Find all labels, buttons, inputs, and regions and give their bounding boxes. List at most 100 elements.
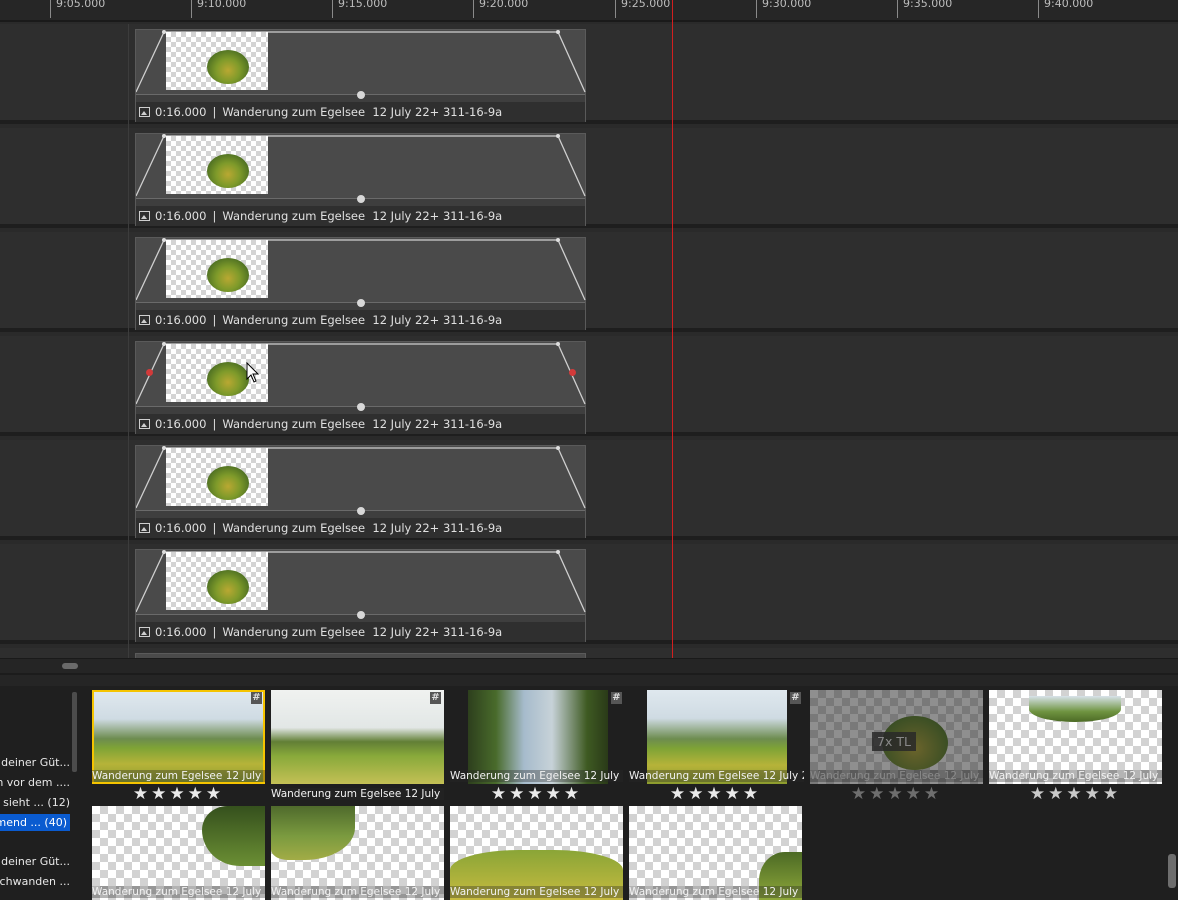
thumbnail-caption: Wanderung zum Egelsee 12 July 22+ 3... [92,886,265,898]
timeline-tracks[interactable]: 0:16.000 | Wanderung zum Egelsee 12 July… [0,24,1178,658]
timeline-ruler[interactable]: 9:05.000 9:10.000 9:15.000 9:20.000 9:25… [0,0,1178,22]
album-item[interactable]: n vor dem .... [0,776,70,789]
clip-label-row: 0:16.000 | Wanderung zum Egelsee 12 July… [136,518,585,538]
star-rating[interactable]: ★★★★★ [90,784,267,804]
clip-separator: | [212,105,217,119]
ruler-tick: 9:15.000 [332,0,387,18]
clip-duration: 0:16.000 [155,105,207,119]
clip-separator: | [212,625,217,639]
splitter-line [0,673,1178,675]
ruler-tick-label: 9:20.000 [479,0,529,10]
clip-thumbnail [166,136,268,194]
timeline-track[interactable]: 0:16.000 | Wanderung zum Egelsee 12 July… [0,544,1178,644]
clip-opacity-handle[interactable] [357,91,365,99]
clip-opacity-handle[interactable] [357,299,365,307]
ruler-tick-label: 9:40.000 [1044,0,1094,10]
thumbnail-grid[interactable]: # Wanderung zum Egelsee 12 July 22+ 311 … [90,686,1166,900]
media-thumbnail[interactable]: # Wanderung zum Egelsee 12 July 22+ 322 … [448,686,625,806]
clip-thumbnail [166,552,268,610]
media-thumbnail[interactable]: 7x TL Wanderung zum Egelsee 12 July 22+ … [808,686,985,806]
timeline-track[interactable] [0,648,1178,658]
image-icon [139,107,150,117]
timeline-clip[interactable]: 0:16.000 | Wanderung zum Egelsee 12 July… [135,237,586,330]
clip-title: Wanderung zum Egelsee 12 July 22+ 311-16… [222,105,503,119]
horizontal-scrollbar-thumb[interactable] [62,663,78,669]
clip-duration: 0:16.000 [155,209,207,223]
fade-out-keypoint[interactable] [569,369,576,376]
clip-opacity-handle[interactable] [357,611,365,619]
thumbnail-image [271,690,444,784]
clip-duration: 0:16.000 [155,313,207,327]
timeline-clip[interactable]: 0:16.000 | Wanderung zum Egelsee 12 July… [135,445,586,538]
album-item[interactable]: n deiner Güt... [0,855,70,868]
timelapse-badge: 7x TL [872,732,916,751]
thumbnail-caption: Wanderung zum Egelsee 12 July 22+ 322 [450,770,623,782]
vertical-scrollbar-thumb[interactable] [1168,854,1176,888]
ruler-tick-label: 9:25.000 [621,0,671,10]
clip-opacity-handle[interactable] [357,403,365,411]
media-thumbnail[interactable]: Wanderung zum Egelsee 12 July 22+ 3... ★… [987,686,1164,806]
thumbnail-caption: Wanderung zum Egelsee 12 July 22+ 311 [92,770,265,782]
ruler-tick-label: 9:10.000 [197,0,247,10]
album-scrollbar[interactable] [72,692,77,772]
clip-opacity-handle[interactable] [357,195,365,203]
star-rating[interactable]: ★★★★★ [448,784,625,804]
tag-icon: # [790,692,801,704]
star-rating[interactable]: ★★★★★ [987,784,1164,804]
album-item[interactable]: schwanden ... [0,875,70,888]
thumbnail-caption: Wanderung zum Egelsee 12 July 22+ 313 [271,788,444,800]
ruler-tick: 9:40.000 [1038,0,1093,18]
clip-thumbnail [166,448,268,506]
timeline-clip[interactable]: 0:16.000 | Wanderung zum Egelsee 12 July… [135,29,586,122]
tag-icon: # [251,692,262,704]
star-rating[interactable]: ★★★★★ [808,784,985,804]
timeline-clip[interactable]: 0:16.000 | Wanderung zum Egelsee 12 July… [135,549,586,642]
clip-opacity-handle[interactable] [357,507,365,515]
ruler-tick: 9:30.000 [756,0,811,18]
thumbnail-caption: Wanderung zum Egelsee 12 July 22+ 3... [810,770,983,782]
timeline-clip[interactable]: 0:16.000 | Wanderung zum Egelsee 12 July… [135,341,586,434]
ruler-tick: 9:35.000 [897,0,952,18]
ruler-tick: 9:20.000 [473,0,528,18]
media-browser: n deiner Güt... n vor dem .... sieht ...… [0,686,1178,900]
media-thumbnail[interactable]: Wanderung zum Egelsee 12 July 22+ 3... [627,806,804,900]
media-thumbnail[interactable]: Wanderung zum Egelsee 12 July 22+ 3... [448,806,625,900]
clip-title: Wanderung zum Egelsee 12 July 22+ 311-16… [222,625,503,639]
media-thumbnail[interactable]: # Wanderung zum Egelsee 12 July 22+ 313 [269,686,446,806]
timeline-track[interactable]: 0:16.000 | Wanderung zum Egelsee 12 July… [0,232,1178,332]
timeline-track[interactable]: 0:16.000 | Wanderung zum Egelsee 12 July… [0,336,1178,436]
clip-separator: | [212,313,217,327]
timeline-track[interactable]: 0:16.000 | Wanderung zum Egelsee 12 July… [0,128,1178,228]
tag-icon: # [430,692,441,704]
clip-label-row: 0:16.000 | Wanderung zum Egelsee 12 July… [136,102,585,122]
image-icon [139,211,150,221]
clip-title: Wanderung zum Egelsee 12 July 22+ 311-16… [222,521,503,535]
fade-in-keypoint[interactable] [146,369,153,376]
panel-splitter[interactable] [0,658,1178,686]
media-thumbnail[interactable]: Wanderung zum Egelsee 12 July 22+ 3... [269,806,446,900]
tag-icon: # [611,692,622,704]
album-item[interactable]: sieht ... (12) [3,796,70,809]
playhead-marker[interactable] [672,0,673,658]
thumbnail-caption: Wanderung zum Egelsee 12 July 22+ 3... [989,770,1162,782]
media-thumbnail[interactable]: # Wanderung zum Egelsee 12 July 22+ 311 … [90,686,267,806]
album-item[interactable]: n deiner Güt... [0,756,70,769]
clip-thumbnail [166,240,268,298]
image-icon [139,315,150,325]
image-icon [139,627,150,637]
media-thumbnail[interactable]: # Wanderung zum Egelsee 12 July 22+ 328 … [627,686,804,806]
track-header-divider [128,24,129,660]
timeline-track[interactable]: 0:16.000 | Wanderung zum Egelsee 12 July… [0,440,1178,540]
ruler-tick-label: 9:15.000 [338,0,388,10]
media-thumbnail[interactable]: Wanderung zum Egelsee 12 July 22+ 3... [90,806,267,900]
ruler-tick-label: 9:35.000 [903,0,953,10]
timeline-clip[interactable]: 0:16.000 | Wanderung zum Egelsee 12 July… [135,133,586,226]
ruler-tick: 9:05.000 [50,0,105,18]
ruler-tick: 9:10.000 [191,0,246,18]
clip-duration: 0:16.000 [155,417,207,431]
album-item-selected[interactable]: äumend ... (40) [0,814,70,831]
star-rating[interactable]: ★★★★★ [627,784,804,804]
album-list[interactable]: n deiner Güt... n vor dem .... sieht ...… [0,686,80,900]
timeline-track[interactable]: 0:16.000 | Wanderung zum Egelsee 12 July… [0,24,1178,124]
thumbnail-caption: Wanderung zum Egelsee 12 July 22+ 3... [450,886,623,898]
